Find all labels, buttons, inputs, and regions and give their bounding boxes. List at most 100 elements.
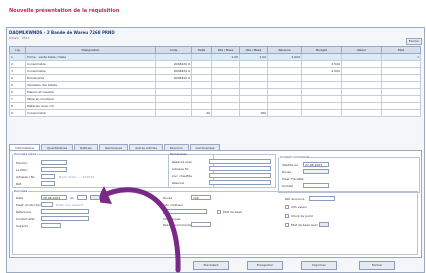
action-button-1[interactable]: Enregistrer bbox=[247, 261, 283, 270]
table-cell: Consomable bbox=[25, 60, 156, 68]
action-button-3[interactable]: Fermer bbox=[359, 261, 395, 270]
date-to-field[interactable] bbox=[77, 195, 87, 200]
table-row[interactable]: 7 Table en montane bbox=[9, 95, 421, 103]
report-field[interactable] bbox=[191, 222, 211, 227]
ref-field[interactable] bbox=[41, 181, 55, 186]
table-cell: 3 bbox=[9, 67, 26, 75]
table-cell bbox=[341, 53, 382, 61]
choix-point-checkbox[interactable] bbox=[285, 214, 289, 218]
reference-label: Référence bbox=[16, 210, 32, 214]
lines-table: Lig Désignation Code Taille Qte / Base Qte / … bbox=[9, 46, 421, 117]
table-cell bbox=[191, 53, 212, 61]
column-header[interactable]: Valeur bbox=[341, 46, 382, 54]
societe-field[interactable] bbox=[303, 183, 329, 188]
etat-base-avec-button[interactable] bbox=[319, 222, 329, 227]
table-cell: Table en montane bbox=[25, 95, 156, 103]
table-cell: 9 bbox=[9, 109, 26, 117]
contact-etat-field[interactable] bbox=[41, 216, 89, 221]
table-cell bbox=[155, 109, 192, 117]
table-cell: 1.00 bbox=[239, 53, 268, 61]
societe-label: Société bbox=[282, 184, 294, 188]
prenom-field[interactable] bbox=[41, 160, 67, 165]
table-row[interactable]: 6 Maison et meuble bbox=[9, 88, 421, 96]
adresse-label: Adresse / No bbox=[16, 175, 35, 179]
remarque-post-label: Réservé avec bbox=[172, 160, 193, 164]
calendar-button[interactable] bbox=[90, 195, 100, 200]
table-row[interactable]: 8 Matériau avec roll bbox=[9, 102, 421, 110]
column-header[interactable]: Code bbox=[155, 46, 192, 54]
adresse-fix-field[interactable] bbox=[209, 166, 271, 171]
table-cell bbox=[341, 67, 382, 75]
table-cell bbox=[155, 53, 192, 61]
record-title: DAQMLKWNDS - 2 Bande de Wareu 7268 PRND bbox=[9, 30, 115, 35]
prest-prod-field[interactable] bbox=[41, 202, 53, 207]
table-cell bbox=[267, 74, 302, 82]
date-label: Date bbox=[16, 196, 24, 200]
ref-annonce-field[interactable] bbox=[309, 196, 335, 201]
table-cell: 2 bbox=[9, 60, 26, 68]
validite-field[interactable]: 27.08.2003 bbox=[303, 162, 329, 167]
column-header[interactable]: Lig bbox=[9, 46, 26, 54]
table-cell bbox=[381, 95, 421, 103]
table-cell bbox=[381, 67, 421, 75]
column-header[interactable]: Qte / Base bbox=[239, 46, 268, 54]
section-donnees: Données Date 28.08.2003 au Prest. produc… bbox=[12, 189, 418, 255]
section-donnees-title: Données bbox=[14, 189, 28, 193]
table-cell bbox=[267, 67, 302, 75]
table-cell bbox=[211, 74, 240, 82]
table-row[interactable]: 5 Variables des tables bbox=[9, 81, 421, 89]
table-cell bbox=[239, 102, 268, 110]
table-cell bbox=[211, 95, 240, 103]
livraison-field[interactable] bbox=[209, 173, 271, 178]
column-header[interactable]: Budget bbox=[301, 46, 342, 54]
info-valeur-checkbox[interactable] bbox=[285, 205, 289, 209]
support-field[interactable] bbox=[41, 223, 61, 228]
etat-base-avec-checkbox[interactable] bbox=[285, 223, 289, 227]
table-cell bbox=[239, 95, 268, 103]
column-header[interactable]: Réserve bbox=[267, 46, 302, 54]
column-header[interactable]: Désignation bbox=[25, 46, 156, 54]
requisition-window: DAQMLKWNDS - 2 Bande de Wareu 7268 PRND … bbox=[6, 27, 425, 273]
table-cell bbox=[267, 81, 302, 89]
table-cell bbox=[267, 102, 302, 110]
table-cell bbox=[155, 88, 192, 96]
action-button-2[interactable]: Imprimer bbox=[301, 261, 337, 270]
duree-field[interactable] bbox=[303, 169, 329, 174]
table-row[interactable]: 2 Consomable 9008420 6 2.500 bbox=[9, 60, 421, 68]
reference-field[interactable] bbox=[41, 209, 89, 214]
table-cell bbox=[381, 109, 421, 117]
nom-field[interactable] bbox=[41, 167, 67, 172]
table-cell: 2.000 bbox=[267, 53, 302, 61]
etat-base-checkbox[interactable] bbox=[217, 210, 221, 214]
bande-field[interactable]: 100 bbox=[191, 195, 211, 200]
remarque-post-field[interactable] bbox=[209, 159, 271, 164]
table-row[interactable]: 4 Remanente 9008420 6 bbox=[9, 74, 421, 82]
date-from-field[interactable]: 28.08.2003 bbox=[41, 195, 67, 200]
table-row[interactable]: 3 Consomable 9008420 6 2.500 bbox=[9, 67, 421, 75]
etat-base-label: Etat de base bbox=[223, 210, 242, 214]
table-cell bbox=[267, 60, 302, 68]
table-cell bbox=[267, 95, 302, 103]
adresse-field[interactable] bbox=[41, 174, 55, 179]
section-remarques-title: Remarques bbox=[170, 152, 187, 156]
action-button-0[interactable]: Précédent bbox=[193, 261, 229, 270]
table-cell: 1 bbox=[381, 53, 421, 61]
table-cell bbox=[191, 60, 212, 68]
table-cell bbox=[155, 95, 192, 103]
column-header[interactable]: Taille bbox=[191, 46, 212, 54]
table-row[interactable]: 1 Prime · vente table / table 1.00 1.00 2.00… bbox=[9, 53, 421, 61]
column-header[interactable]: Qte / Base bbox=[211, 46, 240, 54]
table-cell: 1 bbox=[9, 53, 26, 61]
table-row[interactable]: 9 Consomable 40 180 bbox=[9, 109, 421, 117]
table-cell: Variables des tables bbox=[25, 81, 156, 89]
table-cell: Consomable bbox=[25, 67, 156, 75]
close-button[interactable]: Fermer bbox=[406, 38, 422, 45]
table-cell: 2.500 bbox=[301, 60, 342, 68]
etat-base-avec-label: Etat de base avec bbox=[291, 223, 318, 227]
column-header[interactable]: Etat bbox=[381, 46, 421, 54]
table-cell: 6 bbox=[9, 88, 26, 96]
table-cell bbox=[301, 109, 342, 117]
table-cell bbox=[191, 74, 212, 82]
table-header-row: Lig Désignation Code Taille Qte / Base Qte / … bbox=[9, 46, 421, 54]
resume-field[interactable] bbox=[209, 180, 271, 185]
